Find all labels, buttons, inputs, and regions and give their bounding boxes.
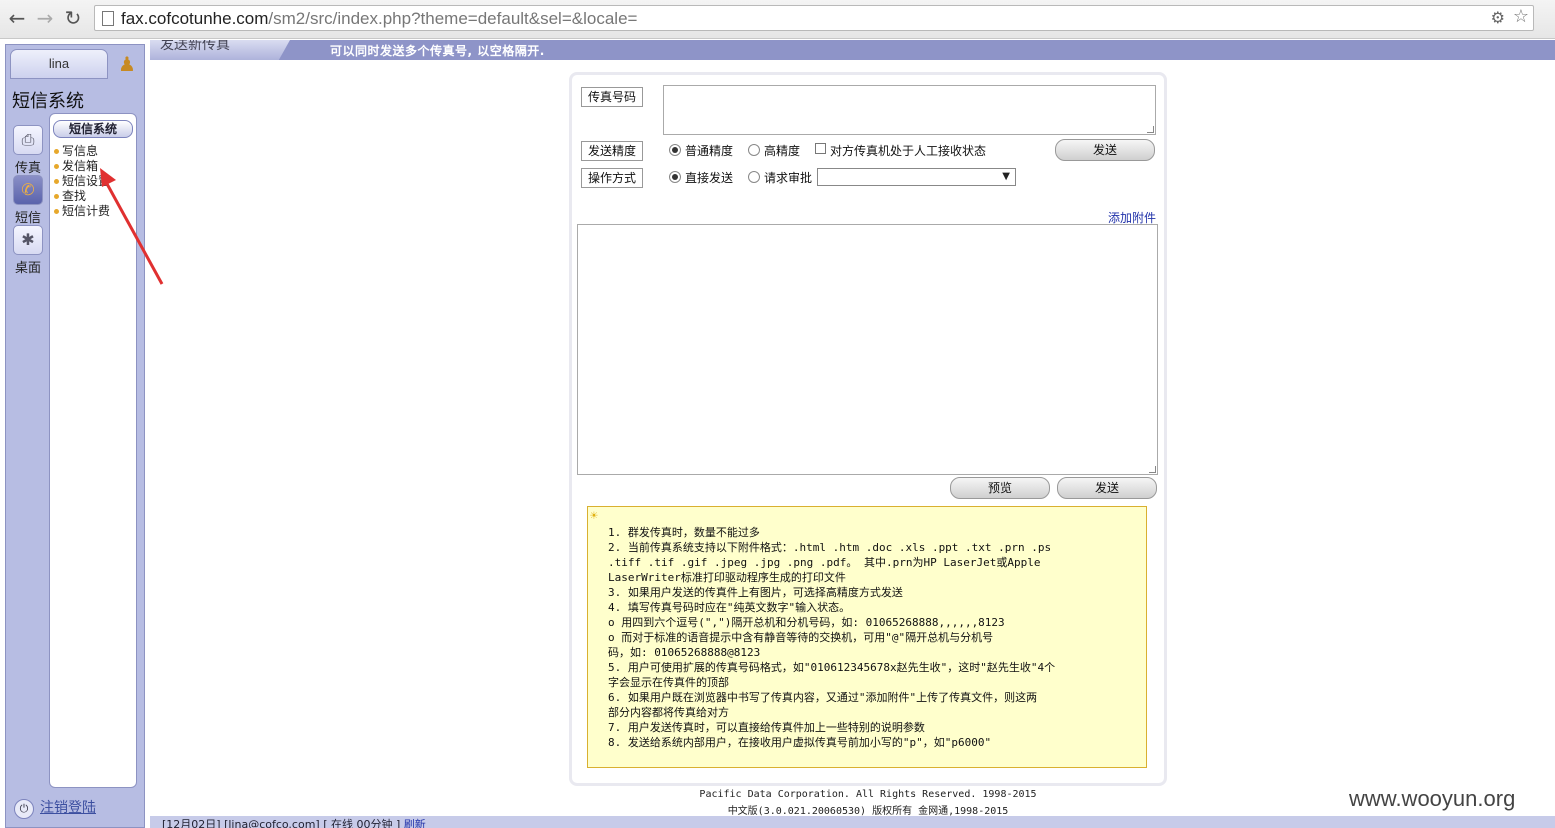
note-line: 部分内容都将传真给对方: [608, 706, 729, 719]
back-arrow-icon[interactable]: ←: [6, 6, 28, 30]
logout-link[interactable]: ⏻ 注销登陆: [14, 797, 96, 819]
header-band: 发送新传真 可以同时发送多个传真号, 以空格隔开.: [150, 40, 1555, 60]
note-line: 字会显示在传真件的顶部: [608, 676, 729, 689]
watermark: www.wooyun.org: [1349, 786, 1516, 811]
approver-select[interactable]: ▼: [817, 168, 1016, 186]
bullet-icon: [54, 179, 59, 184]
bullet-icon: [54, 164, 59, 169]
forward-arrow-icon[interactable]: →: [34, 6, 56, 30]
send-button-top[interactable]: 发送: [1055, 139, 1155, 161]
note-line: 6. 如果用户既在浏览器中书写了传真内容，又通过"添加附件"上传了传真文件，则这…: [608, 691, 1038, 704]
refresh-link[interactable]: 刷新: [404, 818, 426, 828]
header-hint: 可以同时发送多个传真号, 以空格隔开.: [330, 44, 545, 58]
note-line: 4. 填写传真号码时应在"纯英文数字"输入状态。: [608, 601, 851, 614]
note-line: .tiff .tif .gif .jpeg .jpg .png .pdf。 其中…: [608, 556, 1041, 569]
note-line: 5. 用户可使用扩展的传真号码格式，如"010612345678x赵先生收"，这…: [608, 661, 1056, 674]
fax-number-input[interactable]: [663, 85, 1156, 135]
logout-label: 注销登陆: [40, 800, 96, 816]
sidebar: lina ♟ 短信系统 ⎙ 传真 ✆ 短信 ✱ 桌面 短信系统 写信息 发信箱 …: [5, 44, 145, 828]
browser-toolbar: ← → ↻ fax.cofcotunhe.com/sm2/src/index.p…: [0, 0, 1555, 39]
note-line: 3. 如果用户发送的传真件上有图片，可选择高精度方式发送: [608, 586, 903, 599]
module-fax-label: 传真: [14, 161, 41, 176]
bullet-icon: [54, 149, 59, 154]
bullet-icon: [54, 194, 59, 199]
resize-grip-icon[interactable]: [1147, 126, 1154, 133]
reload-icon[interactable]: ↻: [62, 6, 84, 30]
note-line: o 而对于标准的语音提示中含有静音等待的交换机，可用"@"隔开总机与分机号: [608, 631, 994, 644]
menu-header: 短信系统: [53, 120, 133, 138]
menu-item-search[interactable]: 查找: [50, 189, 136, 204]
manual-receive-label: 对方传真机处于人工接收状态: [830, 144, 987, 158]
phone-icon: ✆: [13, 175, 43, 205]
menu-item-label: 查找: [62, 189, 87, 203]
module-sms-label: 短信: [14, 211, 41, 226]
fax-icon: ⎙: [13, 125, 43, 155]
url-path: /sm2/src/index.php?theme=default&sel=&lo…: [268, 9, 638, 28]
menu-panel: 短信系统 写信息 发信箱 短信设置 查找 短信计费: [49, 113, 137, 788]
menu-item-billing[interactable]: 短信计费: [50, 204, 136, 219]
footer-version: 中文版(3.0.021.20060530) 版权所有 金网通,1998-2015: [727, 806, 1009, 817]
module-icons: ⎙ 传真 ✆ 短信 ✱ 桌面: [10, 125, 46, 276]
module-sms[interactable]: ✆ 短信: [10, 175, 46, 226]
fax-body-textarea[interactable]: [577, 224, 1158, 475]
manual-receive-checkbox[interactable]: [815, 143, 826, 154]
note-line: 7. 用户发送传真时，可以直接给传真件加上一些特别的说明参数: [608, 721, 925, 734]
resize-grip-icon[interactable]: [1149, 466, 1156, 473]
note-line: o 用四到六个逗号(",")隔开总机和分机号码，如: 01065268888,,…: [608, 616, 1005, 629]
module-desktop[interactable]: ✱ 桌面: [10, 225, 46, 276]
quality-label: 发送精度: [581, 141, 644, 161]
url-text[interactable]: fax.cofcotunhe.com/sm2/src/index.php?the…: [121, 9, 637, 29]
quality-high-label: 高精度: [764, 144, 801, 158]
mode-label: 操作方式: [581, 168, 644, 188]
menu-item-label: 短信计费: [62, 204, 111, 218]
menu-item-outbox[interactable]: 发信箱: [50, 159, 136, 174]
status-bar: [12月02日] [lina@cofco.com] [ 在线 00分钟 ] 刷新: [150, 816, 1555, 828]
menu-item-label: 写信息: [62, 144, 99, 158]
help-notes: ☀ 1. 群发传真时，数量不能过多 2. 当前传真系统支持以下附件格式：.htm…: [587, 506, 1147, 768]
header-tab: 发送新传真: [150, 40, 290, 60]
mode-direct-radio[interactable]: [669, 171, 681, 183]
address-bar[interactable]: fax.cofcotunhe.com/sm2/src/index.php?the…: [94, 5, 1534, 31]
note-line: 2. 当前传真系统支持以下附件格式：.html .htm .doc .xls .…: [608, 541, 1052, 554]
menu-item-compose[interactable]: 写信息: [50, 144, 136, 159]
lightbulb-icon: ☀: [590, 509, 598, 524]
note-line: LaserWriter标准打印驱动程序生成的打印文件: [608, 571, 846, 584]
user-avatar-icon[interactable]: ♟: [116, 51, 138, 77]
fax-form-card: 传真号码 发送精度 普通精度 高精度 对方传真机处于人工接收状态 发送 操作方式…: [569, 72, 1167, 786]
menu-item-settings[interactable]: 短信设置: [50, 174, 136, 189]
system-title: 短信系统: [12, 91, 84, 112]
url-host: fax.cofcotunhe.com: [121, 9, 269, 28]
mode-direct-label: 直接发送: [685, 171, 734, 185]
preview-button[interactable]: 预览: [950, 477, 1050, 499]
note-line: 1. 群发传真时，数量不能过多: [608, 526, 760, 539]
desktop-icon: ✱: [13, 225, 43, 255]
footer-copyright: Pacific Data Corporation. All Rights Res…: [699, 789, 1037, 800]
power-icon: ⏻: [14, 799, 34, 819]
note-line: 码，如: 01065268888@8123: [608, 646, 761, 659]
quality-high-radio[interactable]: [748, 144, 760, 156]
send-button-bottom[interactable]: 发送: [1057, 477, 1157, 499]
quality-normal-label: 普通精度: [685, 144, 734, 158]
mode-approval-label: 请求审批: [764, 171, 813, 185]
bookmark-star-icon[interactable]: ☆: [1513, 6, 1529, 27]
dropdown-arrow-icon: ▼: [1002, 171, 1010, 182]
quality-normal-radio[interactable]: [669, 144, 681, 156]
user-tab[interactable]: lina: [10, 49, 108, 79]
page-icon: [102, 11, 114, 26]
fax-number-label: 传真号码: [581, 87, 644, 107]
mode-approval-radio[interactable]: [748, 171, 760, 183]
note-line: 8. 发送给系统内部用户，在接收用户虚拟传真号前加小写的"p"，如"p6000": [608, 736, 992, 749]
menu-item-label: 短信设置: [62, 174, 111, 188]
module-fax[interactable]: ⎙ 传真: [10, 125, 46, 176]
status-text: [12月02日] [lina@cofco.com] [ 在线 00分钟 ]: [162, 818, 401, 828]
menu-item-label: 发信箱: [62, 159, 99, 173]
key-icon[interactable]: ⚙: [1491, 8, 1505, 27]
module-desktop-label: 桌面: [14, 261, 41, 276]
bullet-icon: [54, 209, 59, 214]
